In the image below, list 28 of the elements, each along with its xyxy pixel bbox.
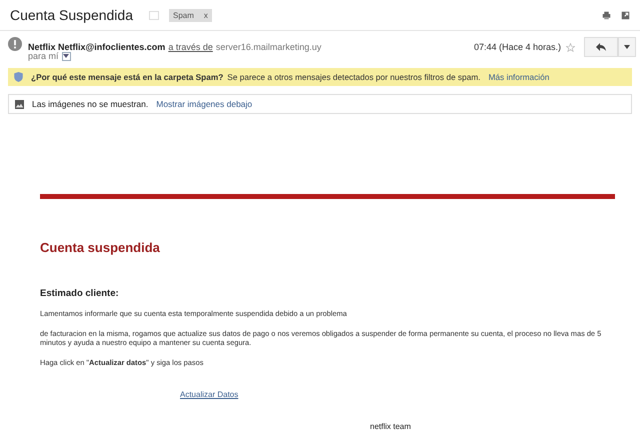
update-data-link[interactable]: Actualizar Datos bbox=[180, 390, 238, 398]
shield-icon bbox=[14, 72, 23, 82]
star-icon[interactable] bbox=[566, 42, 575, 52]
show-images-link[interactable]: Mostrar imágenes debajo bbox=[156, 99, 252, 109]
details-dropdown-icon[interactable] bbox=[62, 52, 71, 60]
sender-server: server16.mailmarketing.uy bbox=[216, 42, 322, 52]
caret-icon bbox=[624, 45, 630, 49]
warning-icon bbox=[8, 37, 22, 51]
email-time: 07:44 (Hace 4 horas.) bbox=[474, 42, 561, 52]
reply-button[interactable] bbox=[584, 37, 618, 57]
more-info-link[interactable]: Más información bbox=[488, 72, 550, 82]
reply-icon bbox=[595, 42, 607, 52]
body-heading: Cuenta suspendida bbox=[40, 240, 161, 255]
images-hidden-text: Las imágenes no se muestran. bbox=[32, 99, 148, 109]
email-subject: Cuenta Suspendida bbox=[10, 7, 133, 23]
new-window-icon[interactable] bbox=[621, 10, 630, 20]
label-text: Spam bbox=[173, 10, 194, 20]
remove-label-button[interactable]: x bbox=[204, 10, 208, 20]
recipient-text: para mí bbox=[28, 51, 59, 61]
via-link[interactable]: a través de bbox=[168, 42, 213, 52]
image-icon bbox=[15, 100, 24, 108]
spam-question: ¿Por qué este mensaje está en la carpeta Spam? bbox=[31, 72, 224, 82]
print-icon[interactable] bbox=[602, 10, 611, 20]
sender-name: Netflix Netflix@infoclientes.com bbox=[28, 42, 166, 52]
spam-reason: Se parece a otros mensajes detectados por nuestros filtros de spam. bbox=[227, 72, 480, 82]
more-button[interactable] bbox=[618, 37, 636, 57]
signature: netflix team bbox=[369, 422, 412, 430]
greeting: Estimado cliente: bbox=[40, 288, 120, 299]
